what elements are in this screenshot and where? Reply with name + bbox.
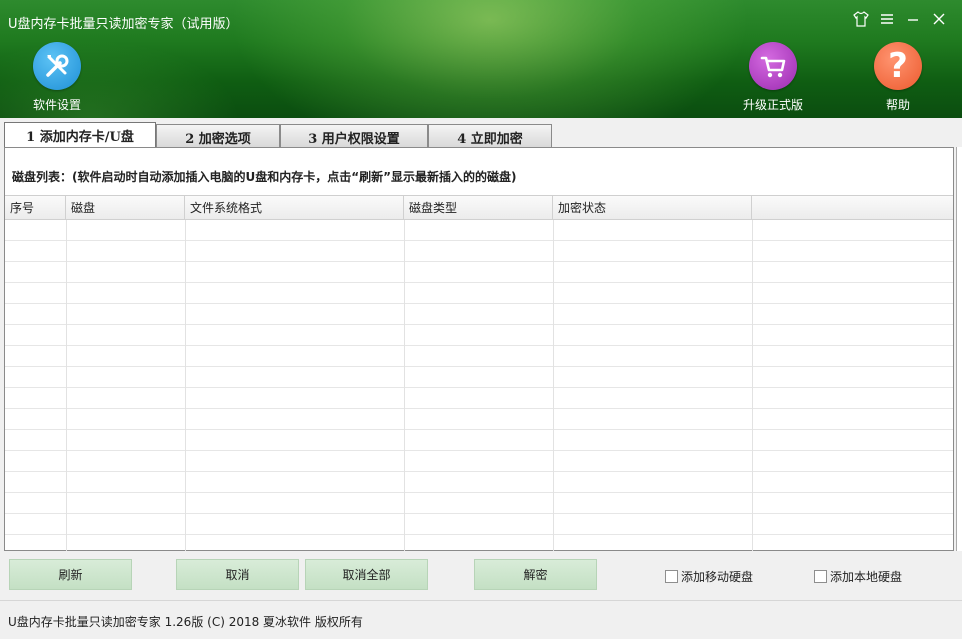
- tab-add-card[interactable]: 1 添加内存卡/U盘: [4, 122, 156, 148]
- header-glow: [230, 0, 750, 118]
- title-bar: U盘内存卡批量只读加密专家（试用版） 软件设置 升级正式版 ? 帮助: [0, 0, 962, 118]
- add-local-hdd-label: 添加本地硬盘: [830, 570, 903, 584]
- right-scroll-edge: [956, 147, 962, 551]
- window-title: U盘内存卡批量只读加密专家（试用版）: [8, 17, 239, 32]
- add-mobile-hdd-label: 添加移动硬盘: [681, 570, 754, 584]
- column-header-empty: [752, 196, 953, 219]
- checkbox-box[interactable]: [814, 570, 827, 583]
- column-divider: [752, 220, 753, 551]
- table-body[interactable]: [5, 220, 953, 551]
- column-header-encrypt-status[interactable]: 加密状态: [553, 196, 752, 219]
- column-divider: [404, 220, 405, 551]
- question-icon: ?: [874, 42, 922, 90]
- checkbox-box[interactable]: [665, 570, 678, 583]
- upgrade-label: 升级正式版: [743, 98, 804, 112]
- decrypt-button[interactable]: 解密: [474, 559, 597, 590]
- wrench-screwdriver-icon: [33, 42, 81, 90]
- add-local-hdd-checkbox[interactable]: 添加本地硬盘: [814, 568, 902, 585]
- close-icon[interactable]: [930, 10, 948, 28]
- cancel-all-button[interactable]: 取消全部: [305, 559, 428, 590]
- column-header-disk[interactable]: 磁盘: [66, 196, 185, 219]
- refresh-button[interactable]: 刷新: [9, 559, 132, 590]
- tab-encrypt-now[interactable]: 4 立即加密: [428, 124, 552, 149]
- column-header-disk-type[interactable]: 磁盘类型: [404, 196, 553, 219]
- upgrade-button[interactable]: 升级正式版: [743, 42, 803, 113]
- menu-icon[interactable]: [878, 10, 896, 28]
- help-button[interactable]: ? 帮助: [874, 42, 922, 113]
- disk-panel: 磁盘列表：(软件启动时自动添加插入电脑的U盘和内存卡，点击“刷新”显示最新插入的…: [4, 147, 954, 551]
- disk-list-caption: 磁盘列表：(软件启动时自动添加插入电脑的U盘和内存卡，点击“刷新”显示最新插入的…: [12, 170, 517, 184]
- cancel-button[interactable]: 取消: [176, 559, 299, 590]
- column-header-index[interactable]: 序号: [5, 196, 66, 219]
- window-controls: [852, 10, 948, 28]
- column-divider: [553, 220, 554, 551]
- column-divider: [185, 220, 186, 551]
- cart-icon: [749, 42, 797, 90]
- settings-label: 软件设置: [33, 98, 82, 112]
- settings-button[interactable]: 软件设置: [33, 42, 81, 113]
- table-header: 序号 磁盘 文件系统格式 磁盘类型 加密状态: [5, 196, 953, 220]
- shirt-icon[interactable]: [852, 10, 870, 28]
- disk-table[interactable]: 序号 磁盘 文件系统格式 磁盘类型 加密状态: [5, 195, 953, 551]
- status-bar: U盘内存卡批量只读加密专家 1.26版 (C) 2018 夏冰软件 版权所有: [0, 600, 962, 639]
- add-mobile-hdd-checkbox[interactable]: 添加移动硬盘: [665, 568, 753, 585]
- copyright-text: U盘内存卡批量只读加密专家 1.26版 (C) 2018 夏冰软件 版权所有: [8, 615, 363, 629]
- minimize-icon[interactable]: [904, 10, 922, 28]
- help-label: 帮助: [885, 98, 910, 112]
- tab-strip: 1 添加内存卡/U盘 2 加密选项 3 用户权限设置 4 立即加密: [4, 122, 552, 149]
- column-divider: [66, 220, 67, 551]
- tab-encrypt-options[interactable]: 2 加密选项: [156, 124, 280, 149]
- tab-user-permissions[interactable]: 3 用户权限设置: [280, 124, 428, 149]
- column-header-filesystem[interactable]: 文件系统格式: [185, 196, 404, 219]
